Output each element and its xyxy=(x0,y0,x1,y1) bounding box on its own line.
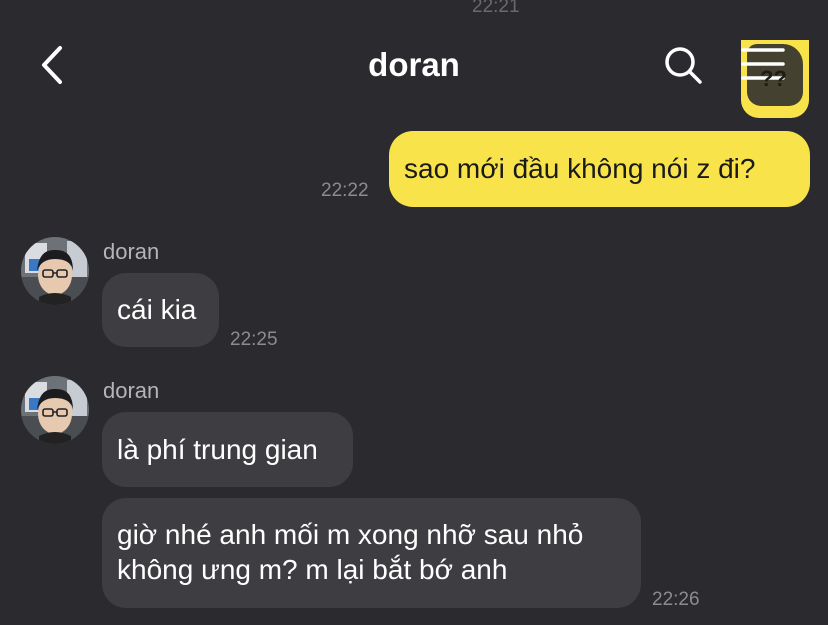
avatar-image xyxy=(21,237,89,305)
chevron-left-icon xyxy=(42,46,62,84)
outgoing-message-bubble[interactable]: sao mới đầu không nói z đi? xyxy=(389,131,810,207)
sender-name: doran xyxy=(103,239,160,264)
sender-name: doran xyxy=(103,378,160,403)
chat-screen: 22:21 ?? doran 22:22 sao mới đầu không n… xyxy=(0,0,828,625)
search-icon xyxy=(665,47,702,84)
message-text-line: giờ nhé anh mối m xong nhỡ sau nhỏ xyxy=(117,519,584,550)
peeking-message-text: ?? xyxy=(760,66,787,91)
avatar[interactable] xyxy=(21,237,89,305)
message-time: 22:26 xyxy=(652,589,700,610)
message-time: 22:22 xyxy=(321,180,369,201)
chat-header: doran xyxy=(0,30,828,100)
avatar[interactable] xyxy=(21,376,89,444)
incoming-message-bubble[interactable]: cái kia xyxy=(102,273,219,347)
incoming-message-bubble[interactable]: giờ nhé anh mối m xong nhỡ sau nhỏ không… xyxy=(102,498,641,608)
search-button[interactable] xyxy=(662,44,704,86)
previous-timestamp: 22:21 xyxy=(472,0,520,17)
message-time: 22:25 xyxy=(230,329,278,350)
avatar-image xyxy=(21,376,89,444)
message-text-line: không ưng m? m lại bắt bớ anh xyxy=(117,554,508,585)
back-button[interactable] xyxy=(36,44,70,86)
incoming-message-bubble[interactable]: là phí trung gian xyxy=(102,412,353,487)
